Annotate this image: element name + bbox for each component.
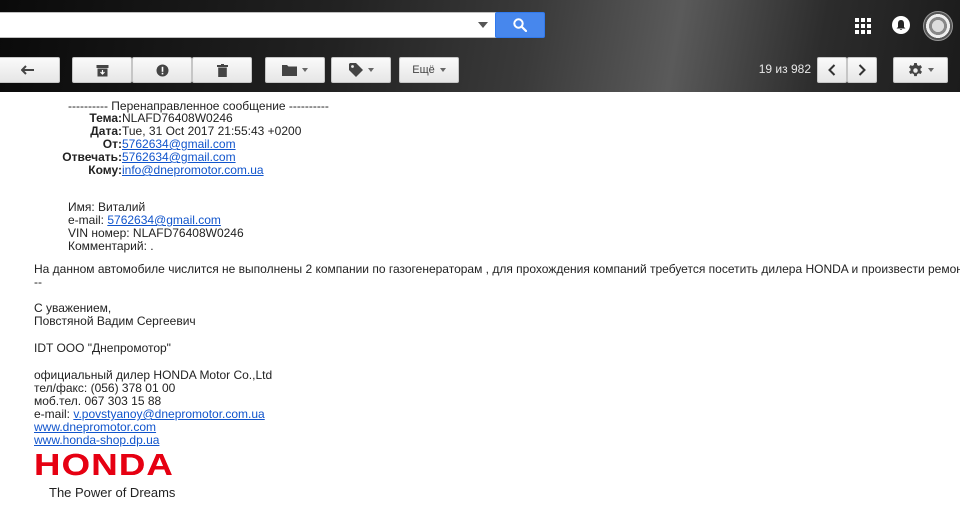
archive-icon [96,64,108,76]
labels-button[interactable] [331,57,391,83]
chevron-down-icon [439,68,446,72]
honda-logo: HONDA [34,447,175,482]
newer-button[interactable] [817,57,847,83]
signature-separator: -- [34,275,42,289]
label-icon [348,63,363,77]
gmail-header: Ещё 19 из 982 [0,0,960,92]
chevron-down-icon[interactable] [474,16,492,34]
move-to-button[interactable] [265,57,325,83]
search-button[interactable] [495,12,545,38]
folder-icon [282,65,297,76]
search-input[interactable] [0,12,497,38]
archive-button[interactable] [72,57,132,83]
trash-icon [216,63,228,77]
message-body: ---------- Перенаправленное сообщение --… [0,92,960,510]
search-icon [513,18,527,32]
chevron-down-icon [302,68,308,72]
comment-line: Комментарий: . [68,239,154,253]
to-label: Кому: [88,163,122,177]
chevron-down-icon [367,68,374,72]
company-name: IDT ООО "Днепромотор" [34,341,171,355]
to-email-link[interactable]: info@dnepromotor.com.ua [122,163,264,177]
chevron-left-icon [828,64,836,76]
customer-email-label: e-mail: [68,213,108,227]
chevron-right-icon [858,64,866,76]
apps-grid-icon[interactable] [854,17,872,35]
settings-button[interactable] [893,57,948,83]
older-button[interactable] [847,57,877,83]
back-arrow-icon [21,65,34,75]
report-spam-button[interactable] [132,57,192,83]
delete-button[interactable] [192,57,252,83]
body-text: На данном автомобиле числится не выполне… [34,262,960,276]
message-counter: 19 из 982 [758,62,811,76]
signature-email-label: e-mail: [34,407,74,421]
honda-slogan: The Power of Dreams [49,485,176,500]
customer-email-link[interactable]: 5762634@gmail.com [107,213,221,227]
gear-icon [908,62,922,76]
back-button[interactable] [0,57,60,83]
chevron-down-icon [927,68,934,72]
signature-email-link[interactable]: v.povstyanoy@dnepromotor.com.ua [73,407,264,421]
more-label: Ещё [412,64,435,76]
website-link-honda-shop[interactable]: www.honda-shop.dp.ua [34,433,159,447]
spam-icon [156,64,168,76]
more-button[interactable]: Ещё [399,57,459,83]
sender-name: Повстяной Вадим Сергеевич [34,314,196,328]
bell-icon[interactable] [892,16,910,34]
avatar[interactable] [923,11,953,41]
